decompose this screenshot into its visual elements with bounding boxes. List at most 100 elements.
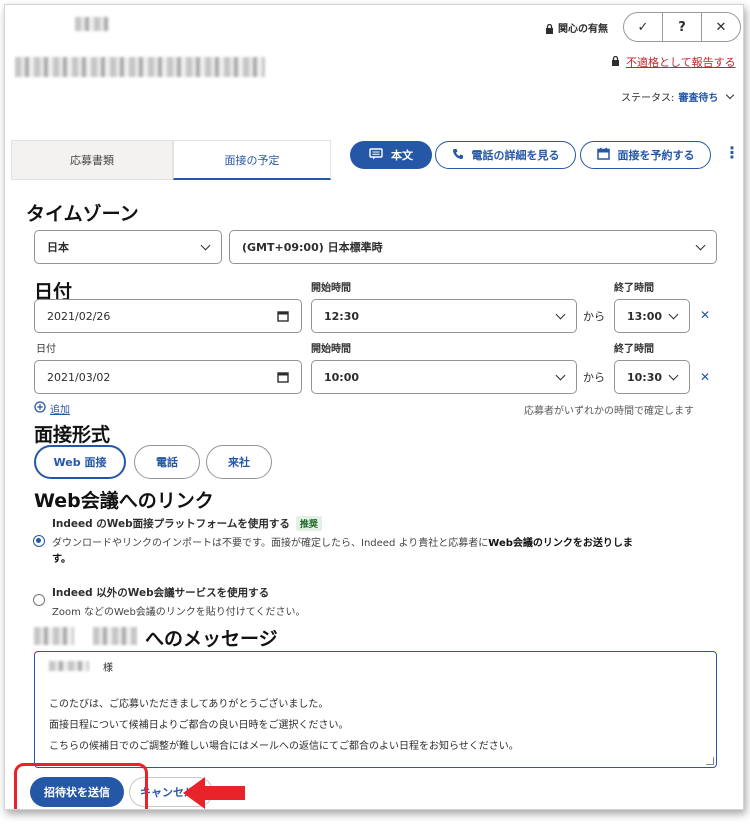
phone-details-button[interactable]: 電話の詳細を見る xyxy=(435,141,576,169)
radio-external-service[interactable] xyxy=(33,594,45,606)
remove-date-2-icon[interactable]: ✕ xyxy=(700,370,710,384)
end-time-value: 10:30 xyxy=(627,370,663,384)
start-time-label: 開始時間 xyxy=(311,283,351,294)
interest-label: 関心の有無 xyxy=(558,24,608,35)
close-icon: ✕ xyxy=(715,19,727,35)
chevron-down-icon[interactable] xyxy=(726,90,735,100)
confirm-note: 応募者がいずれかの時間で確定します xyxy=(524,406,694,417)
recipient-lastname-redacted xyxy=(34,627,74,645)
country-value: 日本 xyxy=(47,241,69,254)
check-icon: ✓ xyxy=(637,19,649,35)
schedule-interview-label: 面接を予約する xyxy=(617,149,695,162)
status-dropdown[interactable]: 審査待ち xyxy=(678,89,718,104)
from-label: から xyxy=(583,310,605,323)
schedule-interview-button[interactable]: 面接を予約する xyxy=(580,141,711,169)
date-sub-label: 日付 xyxy=(36,344,56,355)
start-time-select-2[interactable]: 10:00 xyxy=(311,360,577,394)
timezone-value: (GMT+09:00) 日本標準時 xyxy=(242,241,383,254)
message-salutation: 様 xyxy=(103,663,113,674)
timezone-select[interactable]: (GMT+09:00) 日本標準時 xyxy=(229,230,717,264)
message-textarea[interactable]: 様 このたびは、ご応募いただきましてありがとうございました。 面接日程について候… xyxy=(34,651,717,768)
phone-icon xyxy=(452,148,464,163)
date-value: 2021/02/26 xyxy=(47,309,111,323)
option2-title: Indeed 以外のWeb会議サービスを使用する xyxy=(52,587,270,599)
end-time-label: 終了時間 xyxy=(614,283,654,294)
radio-indeed-platform[interactable] xyxy=(33,535,45,547)
option1-desc-c: す。 xyxy=(52,554,71,565)
format-heading: 面接形式 xyxy=(34,424,111,446)
message-line-1: このたびは、ご応募いただきましてありがとうございました。 xyxy=(49,699,329,710)
tab-label: 面接の予定 xyxy=(224,153,280,167)
format-visit-button[interactable]: 来社 xyxy=(206,445,272,479)
tab-interview-schedule[interactable]: 面接の予定 xyxy=(173,140,331,180)
add-date-link[interactable]: 追加 xyxy=(34,401,70,416)
chevron-down-icon xyxy=(695,240,706,251)
message-line-3: こちらの候補日でのご調整が難しい場合にはメールへの返信にてご都合のよい日程をお知… xyxy=(49,741,519,752)
message-heading-suffix: へのメッセージ xyxy=(145,628,278,650)
format-phone-button[interactable]: 電話 xyxy=(134,445,200,479)
calendar-icon[interactable] xyxy=(277,310,289,325)
format-phone-label: 電話 xyxy=(156,456,178,469)
country-select[interactable]: 日本 xyxy=(34,230,222,264)
main-text-button[interactable]: 本文 xyxy=(350,141,432,169)
main-text-label: 本文 xyxy=(391,149,413,162)
unsure-button[interactable]: ? xyxy=(662,12,702,42)
plus-circle-icon xyxy=(34,401,46,416)
format-web-label: Web 面接 xyxy=(53,456,107,469)
chevron-down-icon xyxy=(668,370,679,381)
remove-date-1-icon[interactable]: ✕ xyxy=(700,308,710,322)
chevron-down-icon xyxy=(668,309,679,320)
end-time-select-2[interactable]: 10:30 xyxy=(614,360,690,394)
resize-handle[interactable] xyxy=(706,757,714,765)
option1-title: Indeed のWeb面接プラットフォームを使用する xyxy=(52,518,290,530)
tab-application[interactable]: 応募書類 xyxy=(11,140,173,180)
end-time-value: 13:00 xyxy=(627,309,663,323)
lock-icon xyxy=(611,55,620,69)
report-row: 不適格として報告する xyxy=(611,54,736,70)
applicant-name-redacted xyxy=(75,17,109,31)
option1-desc-b: Web会議のリンクをお送りしま xyxy=(488,538,633,549)
tab-label: 応募書類 xyxy=(70,154,114,167)
option2-description: Zoom などのWeb会議のリンクを貼り付けてください。 xyxy=(52,607,306,618)
highlight-box xyxy=(14,763,148,809)
status-row: ステータス: 審査待ち xyxy=(621,89,735,104)
start-time-label-2: 開始時間 xyxy=(311,344,351,355)
chevron-down-icon xyxy=(555,309,566,320)
question-icon: ? xyxy=(678,19,686,35)
format-visit-label: 来社 xyxy=(228,456,250,469)
chevron-down-icon xyxy=(555,370,566,381)
message-icon xyxy=(369,147,383,163)
job-title-redacted xyxy=(15,57,265,77)
recipient-firstname-redacted xyxy=(93,627,137,645)
from-label-2: から xyxy=(583,371,605,384)
start-time-value: 10:00 xyxy=(324,370,360,384)
date-value: 2021/03/02 xyxy=(47,370,111,384)
option1-desc-a: ダウンロードやリンクのインポートは不要です。面接が確定したら、Indeed より… xyxy=(52,538,489,549)
recommend-badge: 推奨 xyxy=(295,516,322,531)
approve-button[interactable]: ✓ xyxy=(623,12,663,42)
weblink-heading: Web会議へのリンク xyxy=(34,490,214,512)
report-link[interactable]: 不適格として報告する xyxy=(626,54,736,70)
salutation-name-redacted xyxy=(49,661,89,671)
more-options-icon[interactable]: ⋮ xyxy=(724,143,740,162)
end-time-select-1[interactable]: 13:00 xyxy=(614,299,690,333)
timezone-heading: タイムゾーン xyxy=(26,203,139,225)
calendar-icon[interactable] xyxy=(277,371,289,386)
start-time-value: 12:30 xyxy=(324,309,360,323)
date-input-1[interactable]: 2021/02/26 xyxy=(34,299,302,333)
add-label: 追加 xyxy=(50,405,70,416)
start-time-select-1[interactable]: 12:30 xyxy=(311,299,577,333)
format-web-button[interactable]: Web 面接 xyxy=(34,445,126,479)
option1-description: ダウンロードやリンクのインポートは不要です。面接が確定したら、Indeed より… xyxy=(52,536,712,568)
application-panel: 関心の有無 ✓ ? ✕ 不適格として報告する ステータス: 審査待ち 応募書類 … xyxy=(4,4,744,810)
phone-details-label: 電話の詳細を見る xyxy=(471,149,560,162)
lock-icon xyxy=(545,23,554,34)
status-label: ステータス: xyxy=(621,93,675,104)
date-input-2[interactable]: 2021/03/02 xyxy=(34,360,302,394)
annotation-arrow-icon xyxy=(183,777,245,809)
interest-status: 関心の有無 xyxy=(545,20,608,35)
reject-button[interactable]: ✕ xyxy=(701,12,741,42)
chevron-down-icon xyxy=(200,240,211,251)
calendar-icon xyxy=(596,147,610,163)
message-line-2: 面接日程について候補日よりご都合の良い日時をご選択ください。 xyxy=(49,720,349,731)
